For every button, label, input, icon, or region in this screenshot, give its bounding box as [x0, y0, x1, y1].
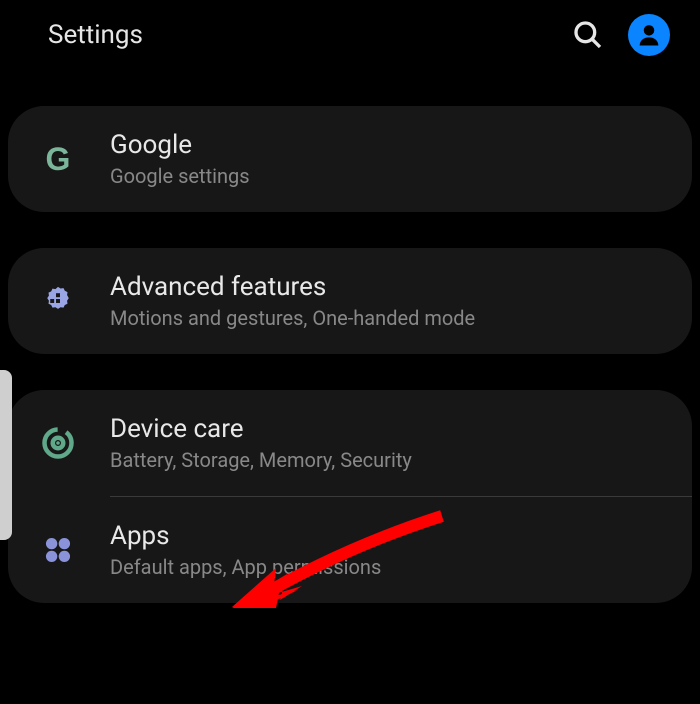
apps-icon: [36, 528, 80, 572]
settings-card-google: G Google Google settings: [8, 106, 692, 212]
settings-list: G Google Google settings Advanced featur…: [0, 106, 700, 603]
item-title: Device care: [110, 414, 664, 444]
item-text: Device care Battery, Storage, Memory, Se…: [110, 414, 664, 472]
device-care-icon: [36, 421, 80, 465]
google-icon: G: [36, 137, 80, 181]
settings-header: Settings: [0, 0, 700, 70]
search-icon[interactable]: [572, 19, 604, 51]
item-title: Google: [110, 130, 664, 160]
profile-icon[interactable]: [628, 14, 670, 56]
page-title: Settings: [48, 20, 143, 50]
settings-item-device-care[interactable]: Device care Battery, Storage, Memory, Se…: [8, 390, 692, 496]
settings-item-advanced[interactable]: Advanced features Motions and gestures, …: [8, 248, 692, 354]
settings-card-advanced: Advanced features Motions and gestures, …: [8, 248, 692, 354]
header-actions: [572, 14, 670, 56]
item-text: Google Google settings: [110, 130, 664, 188]
item-subtitle: Default apps, App permissions: [110, 555, 664, 579]
settings-item-google[interactable]: G Google Google settings: [8, 106, 692, 212]
item-text: Apps Default apps, App permissions: [110, 521, 664, 579]
scroll-indicator[interactable]: [0, 370, 12, 540]
item-text: Advanced features Motions and gestures, …: [110, 272, 664, 330]
settings-card-device-apps: Device care Battery, Storage, Memory, Se…: [8, 390, 692, 603]
item-title: Advanced features: [110, 272, 664, 302]
settings-item-apps[interactable]: Apps Default apps, App permissions: [8, 497, 692, 603]
advanced-features-icon: [36, 279, 80, 323]
item-title: Apps: [110, 521, 664, 551]
item-subtitle: Battery, Storage, Memory, Security: [110, 448, 664, 472]
item-subtitle: Motions and gestures, One-handed mode: [110, 306, 664, 330]
item-subtitle: Google settings: [110, 164, 664, 188]
